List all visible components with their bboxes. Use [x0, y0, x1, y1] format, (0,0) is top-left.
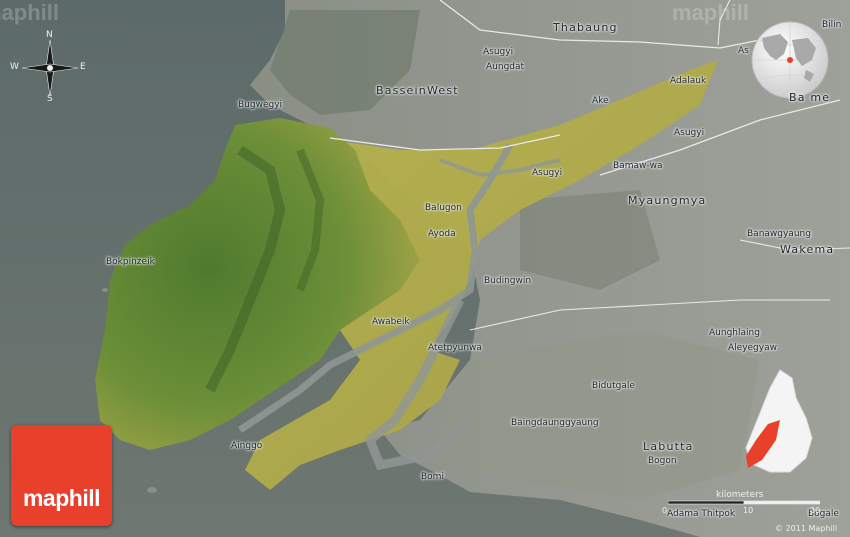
- label-bogon: Bogon: [648, 456, 677, 466]
- label-wakema: Wakema: [780, 243, 835, 256]
- compass-s: S: [47, 94, 53, 104]
- label-bame: Ba me: [789, 91, 831, 104]
- scale-bar: [668, 500, 820, 505]
- label-budingwin: Budingwin: [484, 276, 532, 286]
- label-balugon: Balugon: [425, 203, 462, 213]
- label-asugyi-central: Asugyi: [532, 168, 563, 178]
- compass-rose: N S E W: [10, 30, 86, 104]
- label-bamawwa: Bamaw-wa: [613, 161, 663, 171]
- label-banawgyaung: Banawgyaung: [747, 229, 811, 239]
- label-bokpinzeik: Bokpinzeik: [106, 257, 155, 267]
- label-bilin: Bilin: [822, 20, 842, 30]
- label-ayoda: Ayoda: [428, 229, 456, 239]
- label-asugyi-north: Asugyi: [483, 47, 514, 57]
- label-as: As: [738, 46, 749, 56]
- scale-ten: 10: [743, 506, 754, 515]
- label-adalauk: Adalauk: [670, 76, 707, 86]
- label-ake: Ake: [592, 96, 609, 106]
- label-asugyi-east: Asugyi: [674, 128, 705, 138]
- globe-locator: [750, 20, 830, 100]
- scale-zero: 0: [662, 506, 668, 515]
- watermark-left: maphill: [0, 0, 60, 25]
- label-myaungmya: Myaungmya: [628, 194, 707, 207]
- label-aungdat: Aungdat: [486, 62, 525, 72]
- label-bassein-west: BasseinWest: [376, 84, 459, 97]
- label-atetpyunwa: Atetpyunwa: [428, 343, 482, 353]
- label-ainggo: Ainggo: [231, 441, 263, 451]
- island: [102, 288, 108, 292]
- island: [147, 487, 157, 493]
- globe-icon: [751, 21, 829, 99]
- scale-twenty: 20: [810, 506, 821, 515]
- inset-shape: [745, 369, 813, 473]
- satellite-map: [0, 0, 850, 537]
- label-bidutgale: Bidutgale: [592, 381, 635, 391]
- watermark: maphill: [672, 0, 750, 25]
- compass-e: E: [80, 62, 86, 72]
- compass-n: N: [46, 30, 53, 40]
- maphill-logo[interactable]: maphill: [11, 425, 112, 526]
- inset-locator-map: [740, 368, 820, 476]
- label-baingdaunggyaung: Baingdaunggyaung: [511, 418, 599, 428]
- maphill-logo-text: maphill: [22, 485, 101, 511]
- copyright-text: © 2011 Maphill: [775, 524, 838, 533]
- label-bomi: Bomi: [421, 472, 444, 482]
- label-aunglaing: Aunghlaing: [709, 328, 760, 338]
- label-adama-thitpok: Adama Thitpok: [667, 509, 736, 519]
- label-thabaung: Thabaung: [553, 21, 618, 34]
- label-awabeik: Awabeik: [372, 317, 410, 327]
- compass-w: W: [10, 62, 19, 72]
- label-labutta: Labutta: [643, 440, 694, 453]
- label-bugwegyi: Bugwegyi: [238, 100, 283, 110]
- label-aleyegyaw: Aleyegyaw: [728, 343, 777, 353]
